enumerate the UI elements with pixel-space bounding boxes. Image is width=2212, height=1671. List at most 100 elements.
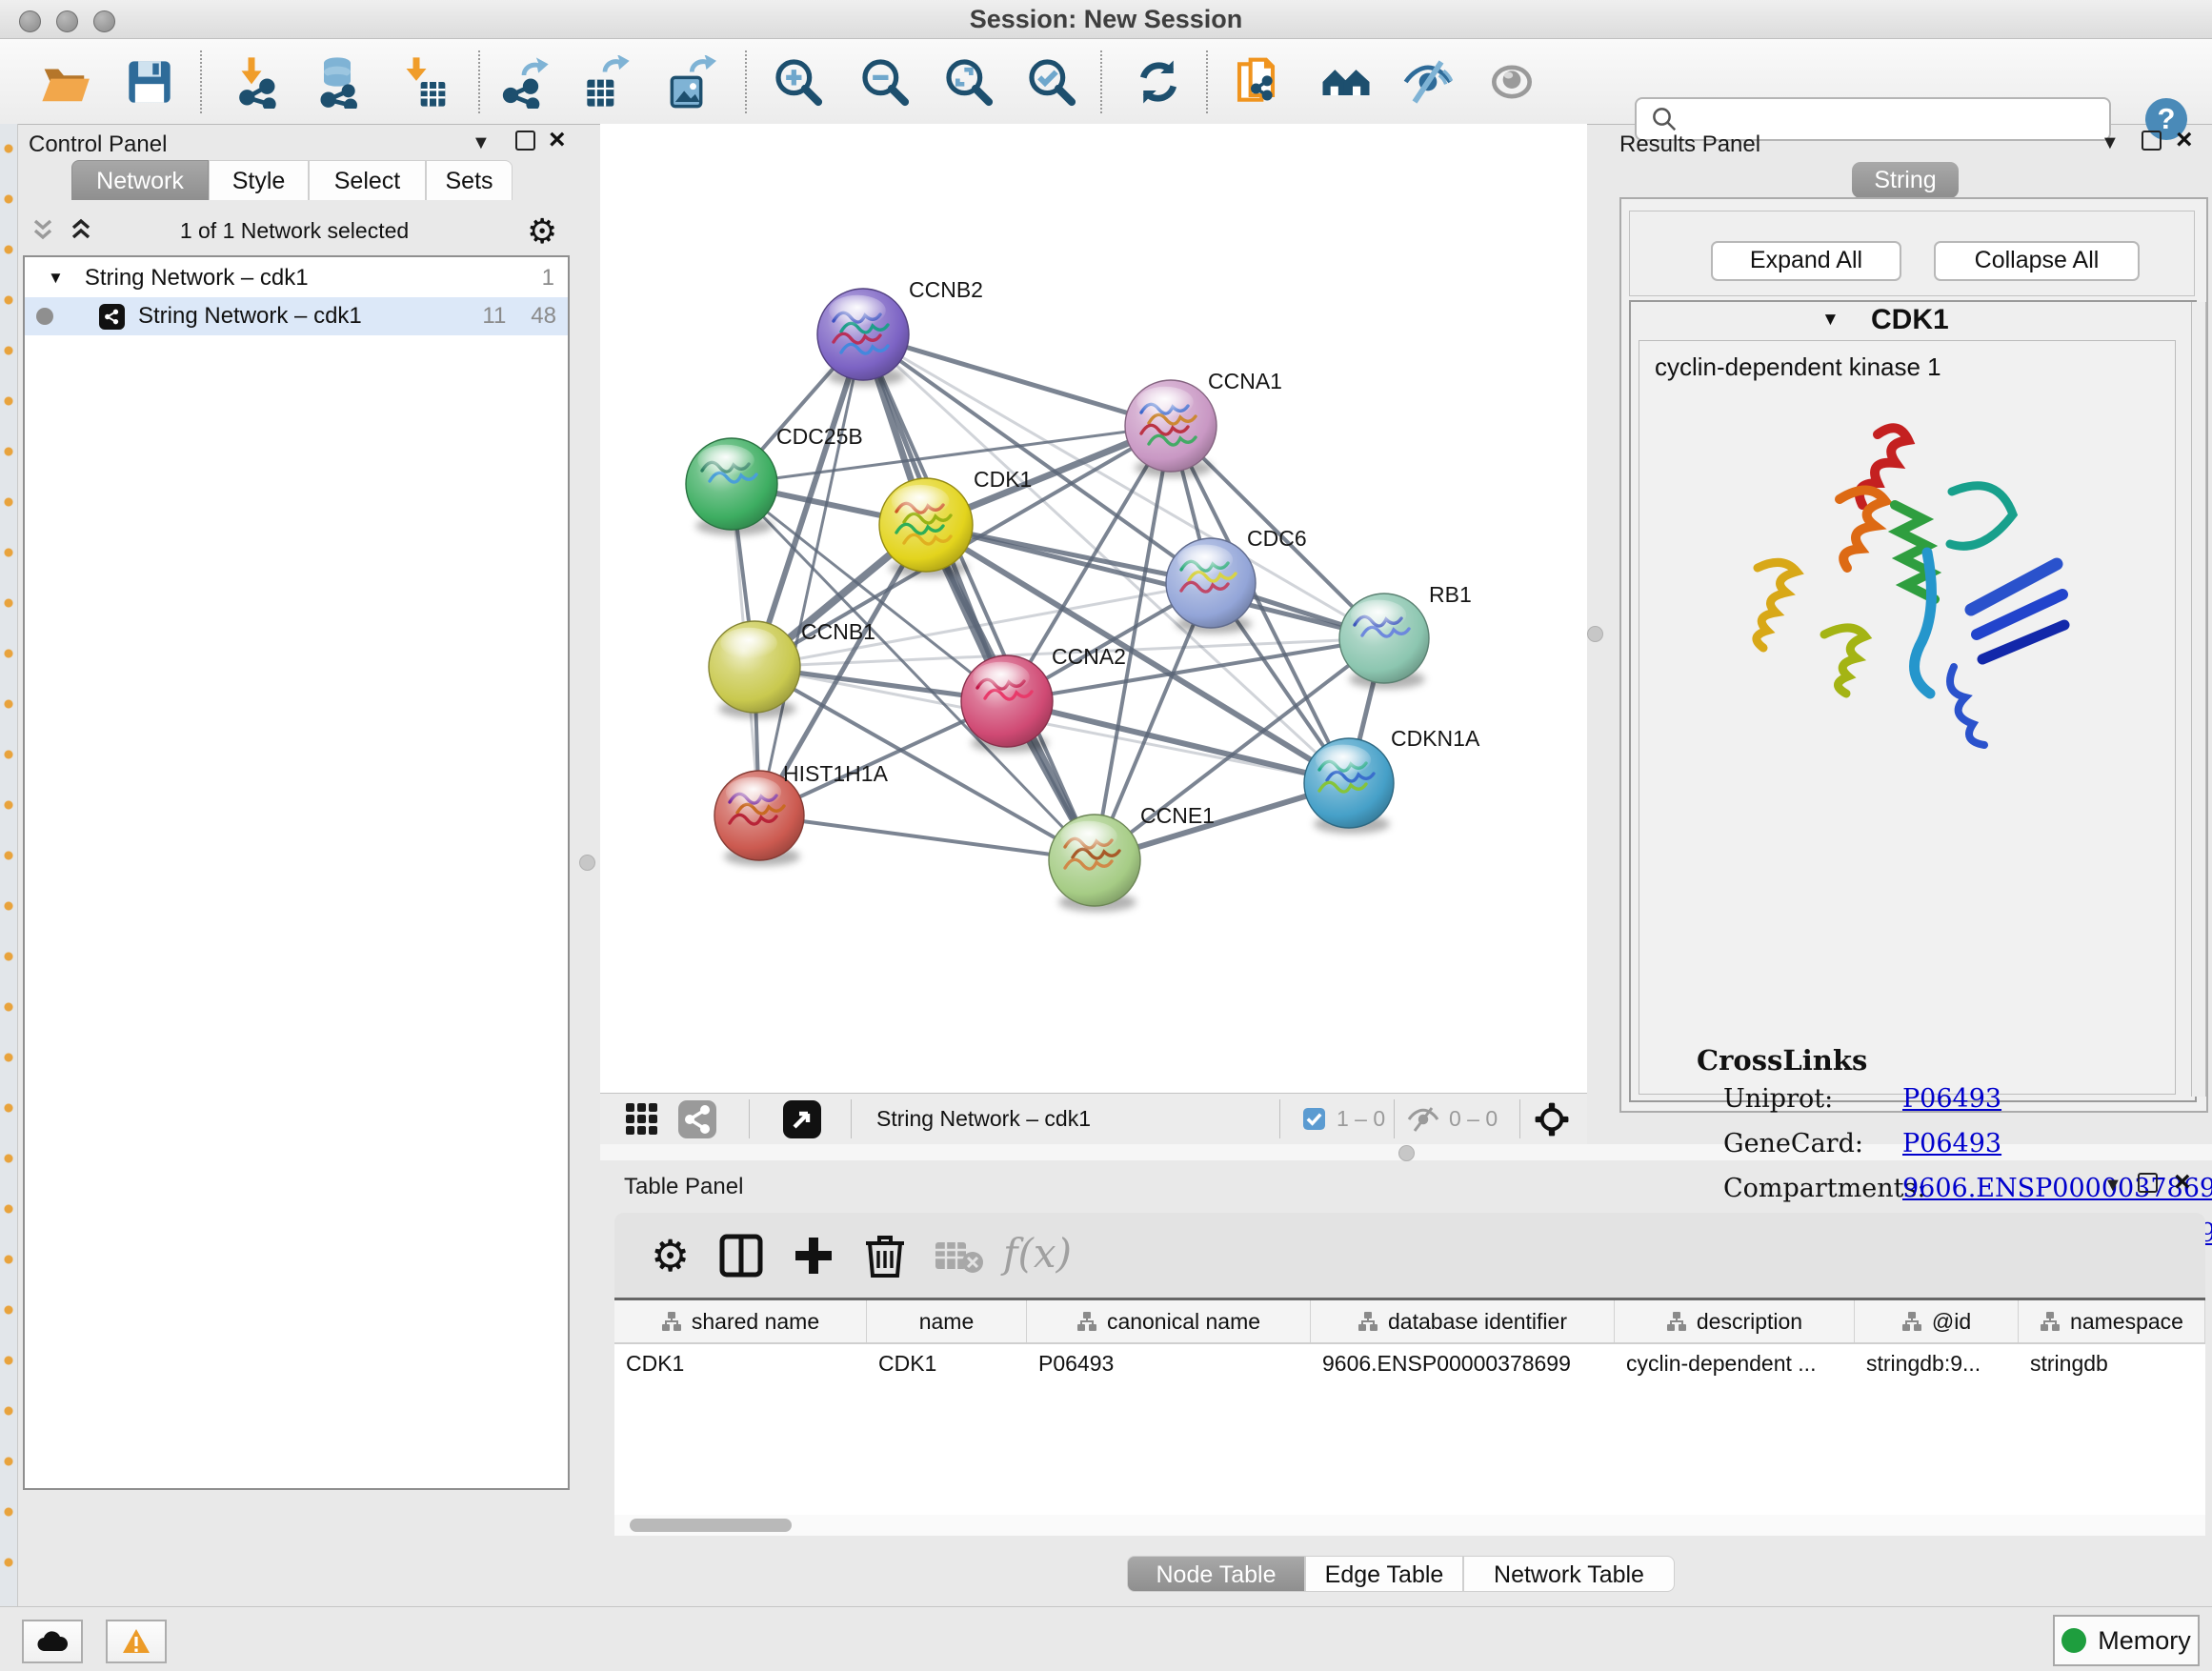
results-scrollbar[interactable] [2191, 302, 2206, 1097]
zoom-selected-button[interactable] [1023, 53, 1080, 111]
column-header--id[interactable]: @id [1855, 1300, 2019, 1342]
add-column-icon[interactable] [792, 1234, 835, 1278]
results-panel-close-icon[interactable]: × [2176, 130, 2193, 151]
table-horizontal-scrollbar[interactable] [614, 1515, 2205, 1536]
expand-all-button[interactable]: Expand All [1711, 241, 1901, 281]
gene-card: cyclin-dependent kinase 1 [1639, 340, 2176, 1095]
fit-selected-crosshair-icon[interactable] [1534, 1101, 1570, 1137]
results-panel: Results Panel ▼ × String Expand All Coll… [1606, 124, 2212, 1160]
zoom-fit-button[interactable] [940, 53, 997, 111]
home-button[interactable] [1317, 53, 1375, 111]
cloud-status-button[interactable] [22, 1620, 83, 1663]
import-network-from-file-button[interactable] [230, 53, 287, 111]
results-panel-float-icon[interactable] [2142, 131, 2162, 151]
tab-network-table[interactable]: Network Table [1463, 1556, 1675, 1592]
network-options-gear-icon[interactable]: ⚙ [527, 211, 557, 252]
network-node-cdc25b[interactable] [686, 438, 777, 535]
delete-column-trash-icon[interactable] [864, 1232, 906, 1279]
share-gray-icon [678, 1100, 716, 1138]
eye-slash-icon [1401, 55, 1455, 109]
toolbar-separator [200, 50, 202, 113]
column-header-label: description [1697, 1309, 1802, 1335]
network-view-toolbar: String Network – cdk1 1 – 0 0 – 0 [600, 1093, 1587, 1145]
results-panel-menu-icon[interactable]: ▼ [2101, 133, 2120, 152]
network-collection-row[interactable]: ▼ String Network – cdk1 1 [25, 259, 568, 297]
column-header-label: namespace [2070, 1309, 2183, 1335]
scrollbar-thumb[interactable] [630, 1519, 792, 1532]
column-header-database-identifier[interactable]: database identifier [1311, 1300, 1615, 1342]
table-panel-close-icon[interactable]: × [2174, 1172, 2191, 1193]
save-session-button[interactable] [121, 53, 178, 111]
table-row[interactable]: CDK1CDK1P064939606.ENSP00000378699cyclin… [614, 1344, 2205, 1382]
warning-status-button[interactable] [106, 1620, 167, 1663]
network-row[interactable]: String Network – cdk1 11 48 [25, 297, 568, 335]
network-node-cdkn1a[interactable] [1304, 738, 1394, 834]
left-dock-grip[interactable] [0, 124, 18, 1606]
table-options-gear-icon[interactable]: ⚙ [651, 1230, 690, 1281]
gene-name: CDK1 [1871, 304, 1949, 336]
network-node-ccne1[interactable] [1049, 815, 1140, 912]
left-splitter-handle[interactable] [579, 855, 595, 871]
horizontal-splitter-handle[interactable] [1398, 1145, 1415, 1161]
export-table-icon [578, 55, 632, 109]
birds-eye-view-button[interactable] [781, 1091, 823, 1148]
collapse-all-button[interactable]: Collapse All [1934, 241, 2140, 281]
open-session-button[interactable] [36, 53, 93, 111]
control-panel-menu-icon[interactable]: ▼ [472, 133, 491, 152]
column-header-description[interactable]: description [1615, 1300, 1855, 1342]
toolbar-separator [1100, 50, 1102, 113]
edge-count: 48 [531, 303, 556, 330]
right-splitter-handle[interactable] [1587, 626, 1603, 642]
import-table-from-file-button[interactable] [394, 53, 452, 111]
network-type-button[interactable] [676, 1091, 718, 1148]
tab-sets[interactable]: Sets [426, 160, 513, 200]
selected-checkbox[interactable] [1303, 1108, 1325, 1130]
table-panel-float-icon[interactable] [2138, 1173, 2158, 1193]
table-cell: CDK1 [614, 1344, 867, 1382]
collection-expand-icon[interactable]: ▼ [48, 269, 64, 288]
crosslink-link[interactable]: P06493 [1902, 1129, 2001, 1158]
node-label-ccne1: CCNE1 [1140, 803, 1215, 828]
show-all-button[interactable] [1483, 53, 1540, 111]
table-cell: P06493 [1027, 1344, 1311, 1382]
network-node-cdk1[interactable] [879, 478, 973, 577]
import-network-from-database-button[interactable] [309, 53, 366, 111]
tab-string[interactable]: String [1852, 162, 1959, 198]
column-header-name[interactable]: name [867, 1300, 1027, 1342]
column-header-canonical-name[interactable]: canonical name [1027, 1300, 1311, 1342]
control-panel-float-icon[interactable] [515, 131, 535, 151]
tab-style[interactable]: Style [209, 160, 309, 200]
crosslink-link[interactable]: P06493 [1902, 1084, 2001, 1114]
gene-collapse-icon[interactable]: ▼ [1821, 310, 1840, 331]
network-tree: ▼ String Network – cdk1 1 String Network… [23, 255, 570, 1490]
zoom-selected-icon [1025, 55, 1078, 109]
show-columns-icon[interactable] [719, 1234, 763, 1278]
network-node-ccnb1[interactable] [709, 621, 800, 718]
export-network-button[interactable] [495, 53, 553, 111]
network-node-ccna1[interactable] [1125, 380, 1217, 477]
import-string-network-button[interactable] [1231, 53, 1288, 111]
network-node-rb1[interactable] [1339, 594, 1429, 689]
tab-edge-table[interactable]: Edge Table [1305, 1556, 1463, 1592]
tab-network[interactable]: Network [71, 160, 209, 200]
column-header-namespace[interactable]: namespace [2019, 1300, 2205, 1342]
table-cell: stringdb:9... [1855, 1344, 2019, 1382]
zoom-in-button[interactable] [770, 53, 827, 111]
network-node-cdc6[interactable] [1166, 538, 1256, 634]
table-cell: cyclin-dependent ... [1615, 1344, 1855, 1382]
column-header-shared-name[interactable]: shared name [614, 1300, 867, 1342]
memory-button[interactable]: Memory [2053, 1615, 2200, 1666]
export-image-button[interactable] [661, 53, 718, 111]
refresh-button[interactable] [1130, 53, 1187, 111]
toolbar-separator [745, 50, 747, 113]
grid-view-button[interactable] [621, 1091, 663, 1148]
export-table-button[interactable] [576, 53, 633, 111]
zoom-out-button[interactable] [856, 53, 914, 111]
tab-select[interactable]: Select [309, 160, 426, 200]
control-panel-close-icon[interactable]: × [549, 130, 566, 151]
tab-node-table[interactable]: Node Table [1127, 1556, 1305, 1592]
network-edge [863, 334, 1095, 860]
table-panel-menu-icon[interactable]: ▼ [2103, 1176, 2122, 1195]
hide-selected-button[interactable] [1399, 53, 1457, 111]
network-canvas[interactable]: CCNB2CCNA1CDC25BCDK1CDC6RB1CCNB1CCNA2CDK… [600, 124, 1587, 1093]
